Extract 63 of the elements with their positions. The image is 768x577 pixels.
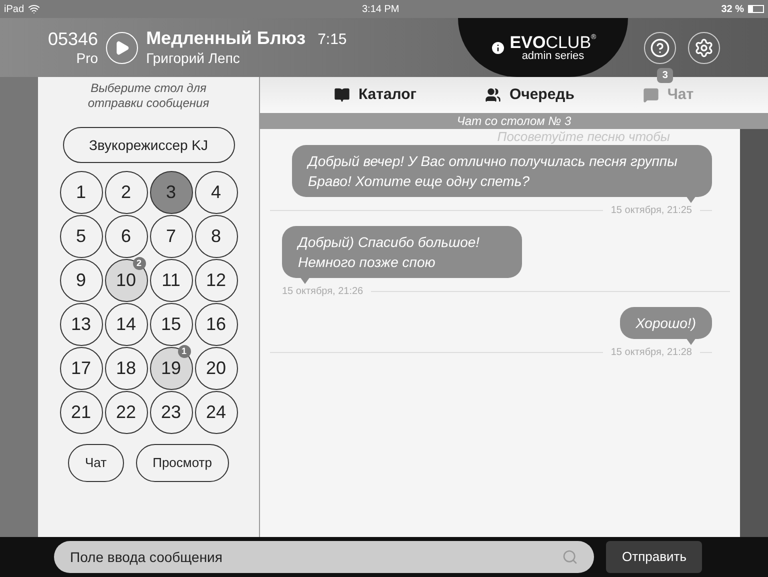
message-time: 15 октября, 21:25 — [610, 204, 692, 218]
play-icon — [114, 40, 130, 56]
panel-hint: Выберите стол для отправки сообщения — [86, 81, 210, 111]
people-icon — [485, 87, 502, 103]
settings-icon — [694, 38, 714, 58]
unread-badge: 2 — [132, 257, 146, 270]
send-button[interactable]: Отправить — [606, 541, 702, 573]
message-text: Хорошо!) — [636, 314, 696, 333]
table-button[interactable]: 13 — [60, 303, 102, 346]
nav-tab[interactable]: Очередь — [485, 84, 574, 106]
table-button[interactable]: 23 — [150, 391, 192, 434]
table-button[interactable]: 22 — [104, 391, 148, 434]
table-button[interactable]: 1 — [60, 171, 102, 214]
brand-name-bold: EVO — [510, 34, 546, 50]
table-button[interactable]: 21 — [60, 391, 102, 434]
table-button[interactable]: 7 — [150, 215, 192, 258]
message-text: Добрый вечер! У Вас отлично получилась песня группы Браво! Хотите еще одну спеть? — [308, 152, 678, 191]
search-icon — [562, 549, 578, 565]
table-button[interactable]: 9 — [60, 259, 102, 302]
play-button[interactable] — [106, 32, 138, 64]
unread-badge: 1 — [178, 345, 190, 358]
tab-badge: 3 — [657, 68, 673, 83]
message-text: Добрый) Спасибо большое! Немного позже спою — [298, 233, 481, 272]
sound-engineer-button[interactable]: Звукорежиссер KJ — [62, 127, 234, 163]
brand-subtitle: admin series — [522, 50, 584, 62]
table-button[interactable]: 3 — [150, 171, 192, 214]
nav-tab[interactable]: Каталог — [334, 84, 417, 106]
message-time: 15 октября, 21:28 — [610, 346, 692, 360]
brand-name-light: CLUB — [546, 34, 592, 50]
table-button[interactable]: 18 — [104, 347, 148, 390]
table-button[interactable]: 4 — [194, 171, 238, 214]
table-button[interactable]: 20 — [194, 347, 238, 390]
chat-title: Чат со столом № 3 — [456, 113, 572, 130]
table-button[interactable]: 14 — [104, 303, 148, 346]
battery-label: 32 % — [721, 2, 744, 16]
book-icon — [334, 87, 350, 103]
table-button[interactable]: 10 2 — [104, 259, 148, 302]
help-icon — [650, 38, 670, 58]
chat-icon — [643, 87, 660, 103]
chat-button[interactable]: Чат — [68, 444, 124, 482]
table-button[interactable]: 8 — [194, 215, 238, 258]
table-button[interactable]: 24 — [194, 391, 238, 434]
table-button[interactable]: 17 — [60, 347, 102, 390]
device-label: iPad — [4, 2, 24, 16]
song-code: 05346 — [48, 28, 98, 50]
info-icon — [490, 40, 506, 56]
help-button[interactable] — [644, 32, 676, 64]
preview-button[interactable]: Просмотр — [136, 444, 229, 482]
message-input[interactable]: Поле ввода сообщения — [54, 541, 594, 573]
table-button[interactable]: 19 1 — [150, 347, 192, 390]
table-button[interactable]: 12 — [194, 259, 238, 302]
battery-icon — [748, 5, 764, 13]
table-button[interactable]: 16 — [194, 303, 238, 346]
song-duration: 7:15 — [318, 31, 347, 50]
settings-button[interactable] — [688, 32, 720, 64]
message-time: 15 октября, 21:26 — [282, 285, 364, 299]
song-title: Медленный Блюз — [146, 27, 306, 50]
song-tier-label: Pro — [76, 50, 98, 68]
table-button[interactable]: 5 — [60, 215, 102, 258]
song-artist: Григорий Лепс — [146, 50, 241, 68]
clock: 3:14 PM — [362, 2, 400, 16]
table-button[interactable]: 2 — [104, 171, 148, 214]
table-button[interactable]: 11 — [150, 259, 192, 302]
